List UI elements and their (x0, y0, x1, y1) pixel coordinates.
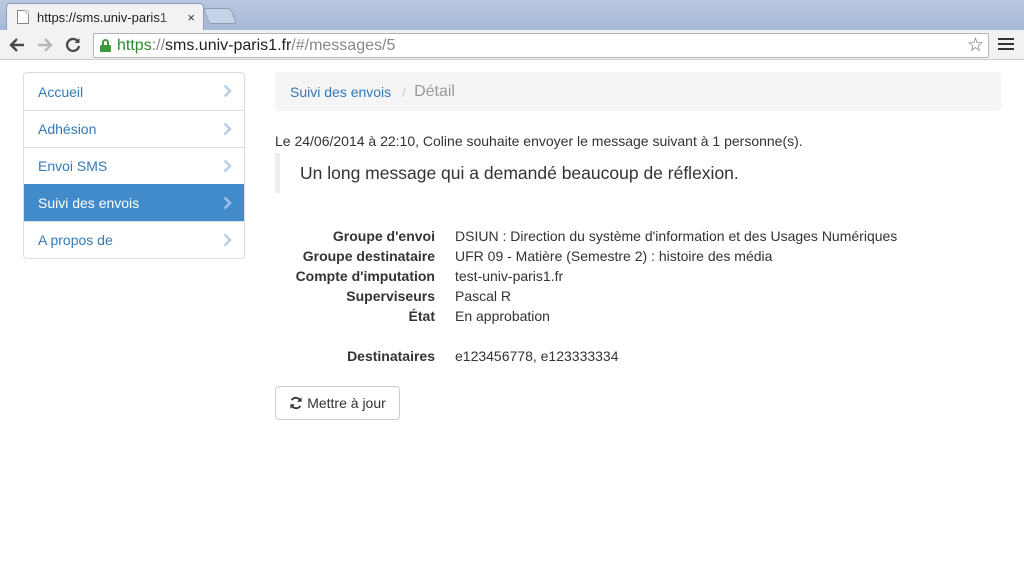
detail-row-superviseurs: Superviseurs Pascal R (275, 286, 1001, 306)
detail-row-groupe-envoi: Groupe d'envoi DSIUN : Direction du syst… (275, 226, 1001, 246)
reload-icon[interactable] (62, 35, 84, 55)
star-icon[interactable]: ☆ (967, 35, 984, 57)
message-body-text: Un long message qui a demandé beaucoup d… (300, 162, 739, 183)
update-button[interactable]: Mettre à jour (275, 386, 400, 420)
chevron-right-icon (223, 84, 232, 98)
detail-value: Pascal R (455, 288, 512, 304)
detail-row-groupe-destinataire: Groupe destinataire UFR 09 - Matière (Se… (275, 246, 1001, 266)
sidebar-item-suivi-des-envois[interactable]: Suivi des envois (24, 184, 244, 221)
update-button-label: Mettre à jour (307, 395, 386, 411)
hamburger-menu-icon[interactable] (998, 38, 1014, 52)
sidebar-item-envoi-sms[interactable]: Envoi SMS (24, 147, 244, 184)
url-text: https://sms.univ-paris1.fr/#/messages/5 (117, 36, 396, 54)
sidebar-nav: Accueil Adhésion Envoi SMS Suivi des env… (23, 72, 245, 259)
detail-label: État (408, 308, 435, 324)
breadcrumb-separator: / (402, 83, 407, 100)
detail-label: Superviseurs (346, 288, 435, 304)
breadcrumb-link-suivi[interactable]: Suivi des envois (290, 84, 391, 100)
breadcrumb-current: Détail (414, 82, 455, 100)
chevron-right-icon (223, 196, 232, 210)
browser-toolbar: https://sms.univ-paris1.fr/#/messages/5 … (0, 30, 1024, 60)
forward-arrow-icon[interactable] (34, 35, 56, 55)
refresh-icon (290, 396, 302, 410)
message-body-quote: Un long message qui a demandé beaucoup d… (275, 153, 1001, 193)
detail-label: Groupe destinataire (302, 248, 435, 264)
sidebar-item-label: Suivi des envois (38, 195, 140, 211)
tab-close-icon[interactable]: × (187, 10, 195, 25)
browser-tabstrip: https://sms.univ-paris1 × (0, 0, 1024, 30)
chevron-right-icon (223, 159, 232, 173)
browser-tab[interactable]: https://sms.univ-paris1 × (6, 3, 204, 30)
page-favicon-icon (17, 10, 29, 24)
detail-value: test-univ-paris1.fr (455, 268, 564, 284)
sidebar-item-label: Adhésion (38, 121, 97, 137)
detail-value: UFR 09 - Matière (Semestre 2) : histoire… (455, 248, 773, 264)
breadcrumb: Suivi des envois / Détail (275, 72, 1001, 111)
sidebar-item-label: Envoi SMS (38, 158, 108, 174)
sidebar-item-a-propos[interactable]: A propos de (24, 221, 244, 258)
chevron-right-icon (223, 122, 232, 136)
detail-label: Destinataires (347, 348, 435, 364)
detail-row-destinataires: Destinataires e123456778, e123333334 (275, 346, 1001, 366)
back-arrow-icon[interactable] (6, 35, 28, 55)
tab-title: https://sms.univ-paris1 (37, 9, 168, 25)
sidebar-item-adhesion[interactable]: Adhésion (24, 110, 244, 147)
chevron-right-icon (223, 233, 232, 247)
detail-row-etat: État En approbation (275, 306, 1001, 326)
secure-lock-icon (100, 39, 111, 52)
detail-label: Compte d'imputation (295, 268, 435, 284)
sidebar-item-accueil[interactable]: Accueil (24, 73, 244, 110)
address-bar[interactable]: https://sms.univ-paris1.fr/#/messages/5 … (93, 33, 989, 58)
message-intro: Le 24/06/2014 à 22:10, Coline souhaite e… (275, 133, 803, 149)
detail-value: En approbation (455, 308, 550, 324)
detail-label: Groupe d'envoi (332, 228, 435, 244)
new-tab-button[interactable] (203, 8, 237, 24)
detail-value: e123456778, e123333334 (455, 348, 619, 364)
detail-row-compte-imputation: Compte d'imputation test-univ-paris1.fr (275, 266, 1001, 286)
detail-value: DSIUN : Direction du système d'informati… (455, 228, 898, 244)
sidebar-item-label: A propos de (38, 232, 113, 248)
sidebar-item-label: Accueil (38, 83, 84, 100)
